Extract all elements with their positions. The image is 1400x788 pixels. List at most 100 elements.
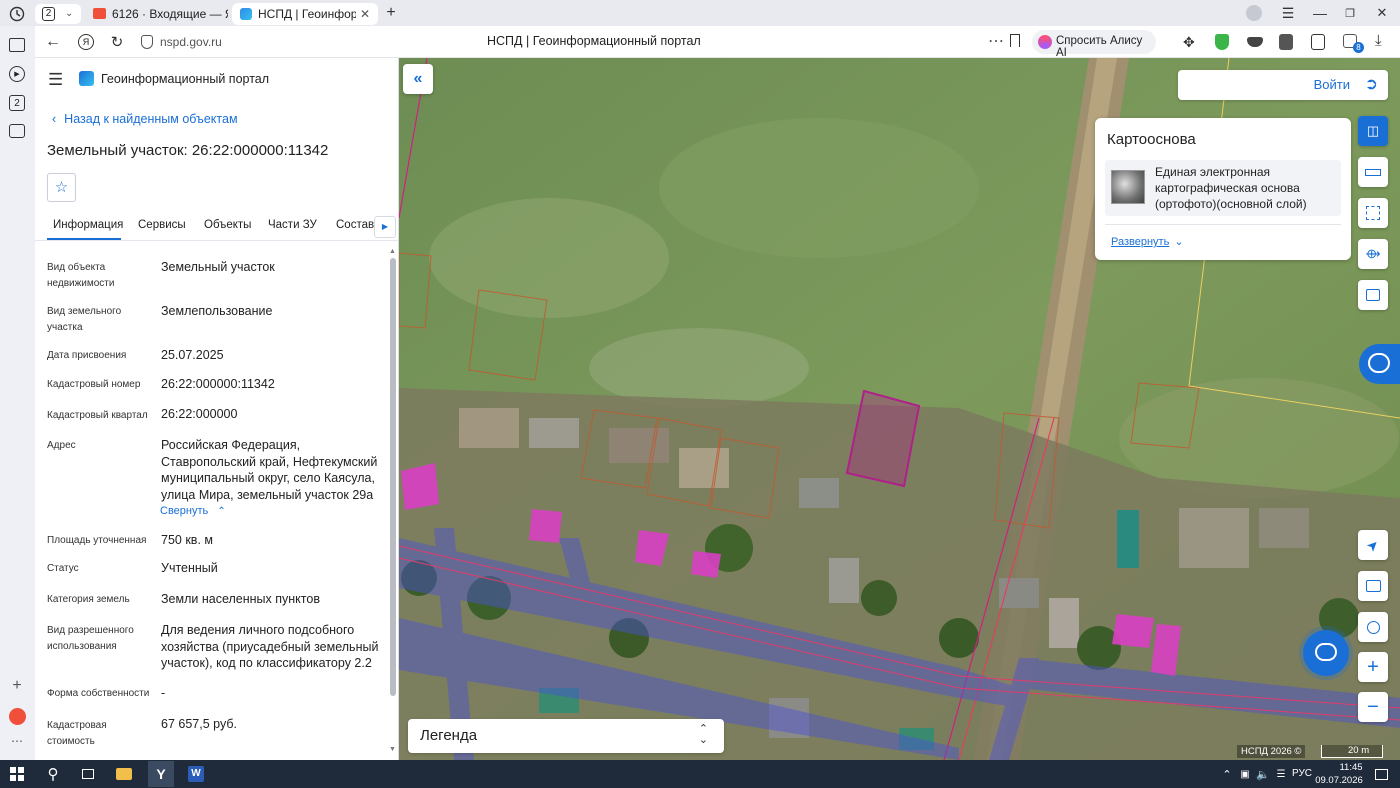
tab-counter[interactable]: 2 ⌄ <box>35 4 81 24</box>
yandex-icon[interactable]: Я <box>78 34 94 50</box>
field-value: Для ведения личного подсобного хозяйства… <box>161 623 379 670</box>
url-text[interactable]: nspd.gov.ru <box>160 35 222 49</box>
tabs-scroll-right-button[interactable]: ▶ <box>374 216 396 238</box>
tab-info[interactable]: Информация <box>53 219 123 231</box>
extension-icon[interactable]: ✥ <box>1183 34 1199 50</box>
favorite-button[interactable]: ☆ <box>47 173 76 202</box>
field-value: 67 657,5 руб. <box>161 717 237 731</box>
expand-link-label: Развернуть <box>1111 236 1170 248</box>
scrollbar-thumb[interactable] <box>390 258 396 696</box>
adblock-shield-icon[interactable] <box>1215 34 1229 50</box>
tab-services[interactable]: Сервисы <box>138 219 186 231</box>
field-value: - <box>161 686 166 700</box>
share-button[interactable]: ⟴ <box>1358 239 1388 269</box>
select-area-button[interactable] <box>1358 198 1388 228</box>
word-icon[interactable]: W <box>185 763 207 785</box>
notifications-icon[interactable] <box>1370 763 1392 785</box>
tab-mail[interactable]: 6126 · Входящие — Яндекс <box>86 3 228 25</box>
basemap-divider <box>1105 224 1341 225</box>
zoom-in-button[interactable]: + <box>1358 652 1388 682</box>
scroll-down-icon[interactable]: ▼ <box>389 746 396 753</box>
tab-nspd[interactable]: НСПД | Геоинформационный портал ✕ <box>232 3 378 25</box>
new-tab-icon[interactable]: + <box>382 4 400 22</box>
close-tab-icon[interactable]: ✕ <box>360 3 370 25</box>
hamburger-icon[interactable]: ☰ <box>48 70 63 90</box>
basemap-layer-label: Единая электронная картографическая осно… <box>1155 165 1307 211</box>
screenshot-icon[interactable] <box>9 124 25 138</box>
geolocation-icon <box>1366 620 1380 634</box>
tab-composition[interactable]: Состав <box>336 219 374 231</box>
login-button[interactable]: Войти ➲ <box>1178 70 1388 100</box>
history-icon[interactable] <box>8 5 26 23</box>
field-label: Вид земельного участка <box>47 306 122 333</box>
windows-taskbar: ⚲ Y W ⌃ ▣ 🔈 ☰ РУС 11:45 09.07.2026 <box>0 760 1400 788</box>
chat-assistant-button[interactable] <box>1303 630 1349 676</box>
tray-network-icon[interactable]: ☰ <box>1270 763 1292 785</box>
minimize-icon[interactable]: — <box>1312 4 1328 22</box>
yandex-mail-icon[interactable] <box>9 708 26 725</box>
scroll-up-icon[interactable]: ▲ <box>389 248 396 255</box>
collapse-link-label: Свернуть <box>160 505 209 517</box>
legend-label: Легенда <box>420 727 478 744</box>
expand-link[interactable]: Развернуть ⌄ <box>1111 235 1184 248</box>
yandex-browser-icon[interactable]: Y <box>148 761 174 787</box>
downloads-badge: 8 <box>1353 42 1364 53</box>
zoom-out-button[interactable]: − <box>1358 692 1388 722</box>
scale-label: 20 m <box>1348 745 1370 756</box>
support-chat-tab[interactable] <box>1359 344 1400 384</box>
collapse-panel-button[interactable]: « <box>403 64 433 94</box>
locate-button[interactable]: ➤ <box>1358 530 1388 560</box>
field-label: Статус <box>47 563 79 574</box>
menu-icon[interactable]: ☰ <box>1280 4 1296 22</box>
field-value: Российская Федерация, Ставропольский кра… <box>161 438 378 502</box>
basemap-layer-item[interactable]: Единая электронная картографическая осно… <box>1105 160 1341 216</box>
sidebar-badge[interactable]: 2 <box>9 95 25 111</box>
minimap-icon <box>1365 580 1381 592</box>
security-icon[interactable] <box>1279 34 1293 50</box>
measure-tool-button[interactable] <box>1358 157 1388 187</box>
tray-time[interactable]: 11:45 <box>1326 762 1376 773</box>
chevron-up-icon: ⌃ <box>217 506 226 517</box>
geolocation-button[interactable] <box>1358 612 1388 642</box>
restore-icon[interactable]: ❐ <box>1342 4 1358 22</box>
minimap-button[interactable] <box>1358 571 1388 601</box>
reload-icon[interactable]: ↻ <box>109 33 125 51</box>
legend-dropdown[interactable]: Легенда ⌃ ⌄ <box>408 719 724 753</box>
collections-icon[interactable] <box>9 38 25 52</box>
back-link[interactable]: ‹ Назад к найденным объектам <box>52 112 238 126</box>
collapse-link[interactable]: Свернуть ⌃ <box>160 505 226 517</box>
bookmark-icon[interactable] <box>1010 34 1020 47</box>
play-icon[interactable]: ▶ <box>9 66 25 82</box>
map-view[interactable]: « Войти ➲ Картооснова Единая электронная… <box>399 58 1400 760</box>
alice-label: Спросить Алису AI <box>1056 35 1143 59</box>
layers-tool-button[interactable]: ◫ <box>1358 116 1388 146</box>
close-window-icon[interactable]: ✕ <box>1374 4 1390 22</box>
print-icon <box>1366 289 1380 301</box>
add-icon[interactable]: + <box>9 677 25 694</box>
profile-icon[interactable] <box>1246 5 1262 21</box>
task-view-icon[interactable] <box>77 763 99 785</box>
file-explorer-icon[interactable] <box>113 763 135 785</box>
tab-parts[interactable]: Части ЗУ <box>268 219 317 231</box>
alice-button[interactable]: Спросить Алису AI <box>1032 30 1156 59</box>
windows-start-icon[interactable] <box>6 763 28 785</box>
tray-language[interactable]: РУС <box>1292 768 1312 779</box>
vpn-icon[interactable] <box>1247 37 1263 47</box>
double-chevron-left-icon: « <box>413 70 423 87</box>
plus-icon: + <box>1367 655 1379 678</box>
navigation-arrow-icon: ➤ <box>1362 534 1383 555</box>
panel-scrollbar[interactable]: ▲ ▼ <box>389 248 397 758</box>
print-button[interactable] <box>1358 280 1388 310</box>
back-icon[interactable]: ← <box>45 33 61 50</box>
download-arrow-icon[interactable]: ⤓ <box>1375 32 1382 49</box>
more-options-icon[interactable]: ⋯ <box>988 31 1004 51</box>
search-icon[interactable]: ⚲ <box>42 763 64 785</box>
field-value: 26:22:000000 <box>161 407 238 421</box>
back-link-label: Назад к найденным объектам <box>64 112 238 126</box>
tab-objects[interactable]: Объекты <box>204 219 251 231</box>
puzzle-icon[interactable] <box>1311 34 1325 50</box>
tray-date[interactable]: 09.07.2026 <box>1314 775 1364 786</box>
more-icon[interactable]: ⋯ <box>9 734 25 748</box>
field-label: Категория земель <box>47 594 130 605</box>
portal-logo-icon <box>79 71 94 86</box>
